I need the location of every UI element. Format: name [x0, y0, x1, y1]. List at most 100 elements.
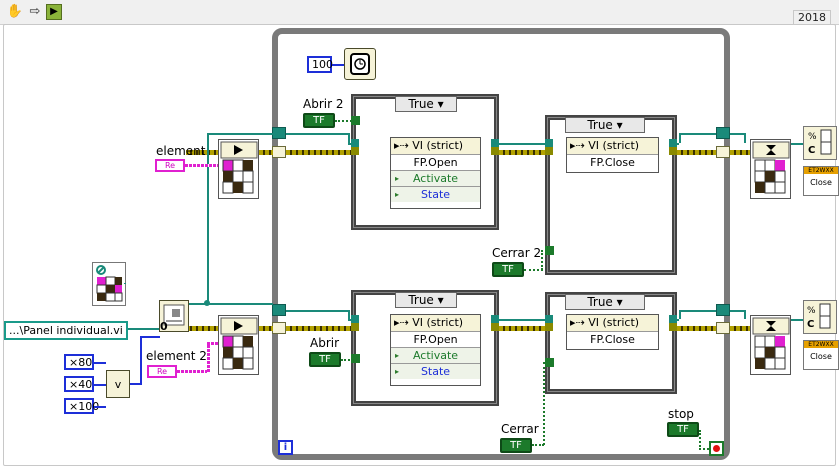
- tunnel-open-top-ref-out: [491, 147, 499, 155]
- iteration-terminal: i: [278, 440, 293, 455]
- vi-strict-header: ▸⇢ VI (strict): [391, 138, 480, 154]
- loop-condition-terminal[interactable]: [709, 441, 724, 456]
- case-selector-terminal-close-bottom: [545, 358, 554, 367]
- cerrar2-control[interactable]: TF: [492, 262, 524, 277]
- error-handler-bottom[interactable]: % C: [803, 300, 837, 334]
- invoke-node-close-bottom[interactable]: ▸⇢ VI (strict) FP.Close: [566, 314, 659, 350]
- wire-element2-v: [207, 342, 210, 372]
- shift-register-bottom-left-teal: [272, 304, 286, 316]
- wire-teal-top-d3: [679, 133, 716, 135]
- tunnel-close-bot-err-out: [669, 315, 677, 323]
- case-selector-open-bottom[interactable]: True ▾: [395, 292, 457, 308]
- abrir-control[interactable]: TF: [309, 352, 341, 367]
- close-subvi-top[interactable]: ET2WXX Close: [803, 166, 839, 196]
- invoke-node-close-top[interactable]: ▸⇢ VI (strict) FP.Close: [566, 137, 659, 173]
- tunnel-close-bot-ref: [545, 323, 553, 331]
- svg-text:%: %: [808, 132, 817, 142]
- wire-ref-bot-out: [730, 326, 750, 331]
- vi-class-constant[interactable]: [92, 262, 126, 306]
- wire-teal-bot-a: [286, 310, 348, 312]
- wait-ms-constant[interactable]: 100: [307, 56, 333, 73]
- abrir2-label: Abrir 2: [303, 97, 344, 111]
- tunnel-close-top-ref-out: [669, 147, 677, 155]
- svg-text:%: %: [807, 306, 816, 316]
- close-subvi-bottom[interactable]: ET2WXX Close: [803, 340, 839, 370]
- tunnel-close-top-err-out: [669, 139, 677, 147]
- cerrar-control[interactable]: TF: [500, 438, 532, 453]
- wire-cerrar-v: [543, 362, 545, 445]
- tunnel-open-bot-err-out: [491, 315, 499, 323]
- error-handler-icon-bottom: %C: [807, 303, 831, 330]
- close-subvi-badge-top: ET2WXX: [804, 167, 838, 174]
- case-selector-terminal-top: [351, 116, 360, 125]
- tunnel-close-bot-ref-out: [669, 323, 677, 331]
- wait-node[interactable]: [344, 48, 376, 80]
- stop-sign-icon: [713, 445, 720, 452]
- wire-ref-top-a: [259, 150, 273, 155]
- wire-ref-bot-a: [259, 326, 273, 331]
- case-selector-close-top[interactable]: True ▾: [565, 117, 645, 133]
- vi-strict-header-close: ▸⇢ VI (strict): [567, 138, 658, 154]
- case-selector-terminal-bottom: [351, 354, 360, 363]
- abrir-label: Abrir: [310, 336, 340, 350]
- tunnel-close-top-err: [545, 139, 553, 147]
- tunnel-open-bot-err: [351, 315, 359, 323]
- const-80[interactable]: ×80: [64, 354, 94, 370]
- wire-wait: [332, 64, 344, 66]
- prop-state: ▸ State: [391, 186, 480, 202]
- run-continuously-icon[interactable]: ▶: [46, 4, 62, 20]
- get-vi-ref-icon-bottom: [220, 317, 258, 370]
- close-ref-icon-top: [752, 141, 790, 194]
- stop-label: stop: [668, 407, 694, 421]
- build-array-node[interactable]: v: [106, 370, 130, 398]
- tunnel-open-top-err: [351, 139, 359, 147]
- wire-cerrar2-v: [541, 250, 543, 270]
- grab-hand-icon[interactable]: ✋: [6, 3, 24, 21]
- wire-ref-bot-b: [286, 326, 356, 331]
- wire-teal-top-out2: [744, 133, 746, 143]
- abrir2-control[interactable]: TF: [303, 113, 335, 128]
- get-vi-ref-icon-top: [220, 141, 258, 194]
- wire-100: [94, 406, 106, 408]
- close-ref-node-top[interactable]: [750, 139, 791, 199]
- wire-stop-v: [699, 430, 701, 450]
- shift-register-top-right-teal: [716, 127, 730, 139]
- get-vi-ref-node-bottom[interactable]: [218, 315, 259, 375]
- cerrar-label: Cerrar: [501, 422, 539, 436]
- wait-clock-icon: [350, 53, 370, 75]
- close-ref-node-bottom[interactable]: [750, 315, 791, 375]
- wire-teal-bot-d3: [679, 310, 716, 312]
- wire-teal-bot-in: [207, 303, 273, 305]
- run-arrow-icon[interactable]: ⇨: [26, 3, 44, 21]
- error-handler-top[interactable]: % C: [803, 126, 837, 160]
- case-selector-open-top[interactable]: True ▾: [395, 96, 457, 112]
- invoke-node-open-bottom[interactable]: ▸⇢ VI (strict) FP.Open ▸ Activate ▸ State: [390, 314, 481, 386]
- svg-text:C: C: [807, 319, 814, 330]
- element2-refnum-control[interactable]: Re: [147, 365, 177, 378]
- prop-state-b: ▸ State: [391, 363, 480, 379]
- shift-register-bottom-right-teal: [716, 304, 730, 316]
- get-vi-ref-node-top[interactable]: [218, 139, 259, 199]
- case-selector-close-bottom[interactable]: True ▾: [565, 294, 645, 310]
- shift-register-top-left-ref: [272, 146, 286, 158]
- stop-control[interactable]: TF: [667, 422, 699, 437]
- wire-teal-bot-out2: [744, 310, 746, 319]
- year-badge: 2018: [793, 10, 831, 25]
- tunnel-close-top-ref: [545, 147, 553, 155]
- const-40[interactable]: ×40: [64, 376, 94, 392]
- wire-80: [94, 362, 106, 364]
- close-subvi-label-bottom: Close: [810, 352, 832, 361]
- shift-register-bottom-right-ref: [716, 322, 730, 334]
- method-fp-open: FP.Open: [391, 154, 480, 170]
- wire-ref-top-out: [730, 150, 750, 155]
- wire-cerrar2-h: [524, 269, 543, 271]
- vi-strict-header-close-b: ▸⇢ VI (strict): [567, 315, 658, 331]
- element-refnum-control[interactable]: Re: [155, 159, 185, 172]
- tunnel-open-bot-ref-out: [491, 323, 499, 331]
- const-100[interactable]: ×100: [64, 398, 99, 414]
- wire-teal-top-in: [207, 133, 273, 135]
- wire-teal-vertical: [207, 133, 209, 303]
- invoke-node-open-top[interactable]: ▸⇢ VI (strict) FP.Open ▸ Activate ▸ State: [390, 137, 481, 209]
- vi-path-constant[interactable]: ...\Panel individual.vi: [4, 321, 128, 340]
- wire-element: [185, 164, 218, 167]
